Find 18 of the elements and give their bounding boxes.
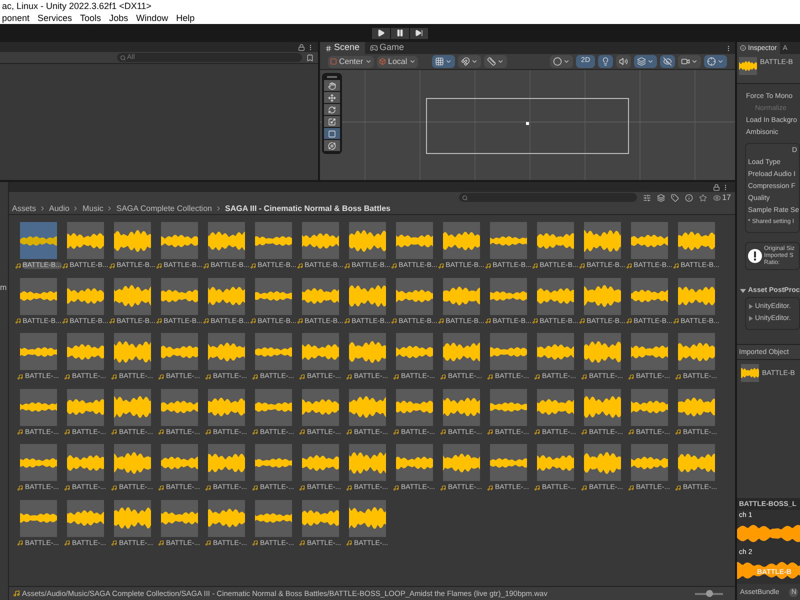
menu-item[interactable]: Window bbox=[136, 14, 168, 22]
pivot-dropdown[interactable]: Center bbox=[328, 56, 374, 68]
folder-tree-text: m bbox=[0, 284, 8, 292]
menu-item[interactable]: Tools bbox=[80, 14, 102, 22]
menu-item[interactable]: Help bbox=[176, 14, 195, 22]
menu-item[interactable]: Services bbox=[38, 14, 72, 22]
menu-item[interactable]: ponent bbox=[2, 14, 30, 22]
view-tab[interactable]: Scene bbox=[320, 42, 365, 54]
breadcrumb-item[interactable]: SAGA Complete Collection bbox=[116, 204, 212, 212]
breadcrumb-item[interactable]: Audio bbox=[49, 204, 70, 212]
hidden-count: 17 bbox=[722, 194, 731, 202]
breadcrumb-item[interactable]: Music bbox=[82, 204, 104, 212]
window-title: ac, Linux - Unity 2022.3.62f1 <DX11> bbox=[2, 2, 152, 10]
view-tab[interactable]: Game bbox=[364, 42, 410, 54]
breadcrumb-item[interactable]: Assets bbox=[12, 204, 36, 212]
breadcrumb-item[interactable]: SAGA III - Cinematic Normal & Boss Battles bbox=[224, 204, 391, 212]
menu-item[interactable]: Jobs bbox=[109, 14, 128, 22]
space-dropdown[interactable]: Local bbox=[377, 56, 418, 68]
